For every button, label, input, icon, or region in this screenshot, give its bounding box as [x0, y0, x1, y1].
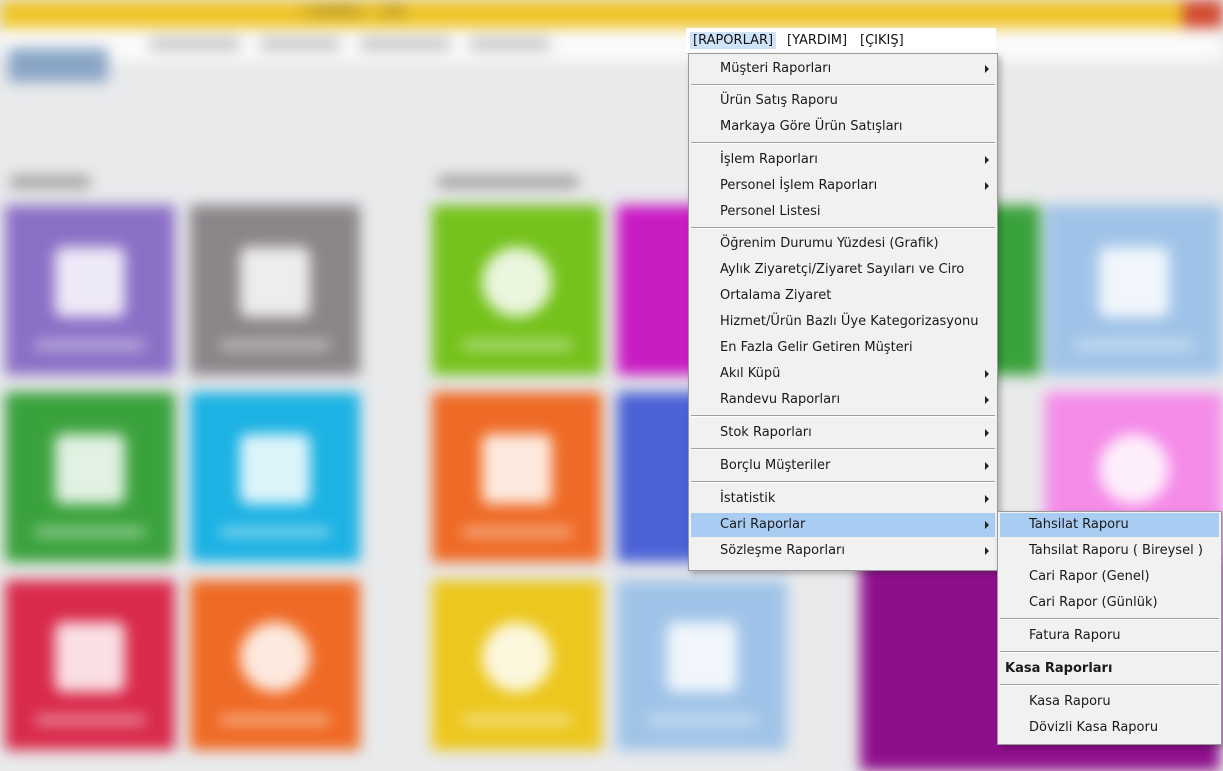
menu-item-label: Fatura Raporu — [1029, 628, 1121, 643]
menu-item-label: Kasa Raporu — [1029, 694, 1111, 709]
reports-menu: Müşteri Raporları Ürün Satış Raporu Mark… — [688, 53, 998, 571]
menu-item-label: İşlem Raporları — [720, 152, 818, 167]
menu-item-label: Akıl Küpü — [720, 366, 781, 381]
menu-item-istatistik[interactable]: İstatistik — [691, 487, 995, 511]
menu-item-sozlesme-raporlari[interactable]: Sözleşme Raporları — [691, 539, 995, 563]
menu-separator — [691, 227, 995, 229]
chevron-right-icon — [985, 65, 989, 73]
menu-separator — [691, 84, 995, 86]
menu-item-label: Dövizli Kasa Raporu — [1029, 720, 1159, 735]
menu-item-label: Cari Rapor (Genel) — [1029, 569, 1150, 584]
menu-item-label: Müşteri Raporları — [720, 61, 832, 76]
submenu-item-kasa-raporu[interactable]: Kasa Raporu — [1000, 690, 1219, 714]
cari-raporlar-submenu: Tahsilat Raporu Tahsilat Raporu ( Bireys… — [997, 511, 1222, 745]
menu-layer: [RAPORLAR] [YARDIM] [ÇIKIŞ] Müşteri Rapo… — [0, 0, 1223, 771]
menu-item-cari-raporlar[interactable]: Cari Raporlar — [691, 513, 995, 537]
menu-item-label: Ortalama Ziyaret — [720, 288, 832, 303]
menu-item-label: Hizmet/Ürün Bazlı Üye Kategorizasyonu — [720, 314, 979, 329]
chevron-right-icon — [985, 495, 989, 503]
menu-item-islem-raporlari[interactable]: İşlem Raporları — [691, 148, 995, 172]
menu-separator — [691, 448, 995, 450]
menu-item-label: Personel İşlem Raporları — [720, 178, 878, 193]
chevron-right-icon — [985, 156, 989, 164]
menu-item-en-fazla-gelir[interactable]: En Fazla Gelir Getiren Müşteri — [691, 336, 995, 360]
submenu-item-tahsilat-bireysel[interactable]: Tahsilat Raporu ( Bireysel ) — [1000, 539, 1219, 563]
menu-item-label: Ürün Satış Raporu — [720, 93, 838, 108]
menu-item-ogrenim-durumu[interactable]: Öğrenim Durumu Yüzdesi (Grafik) — [691, 232, 995, 256]
menu-yardim[interactable]: [YARDIM] — [784, 32, 850, 49]
submenu-heading-kasa-raporlari: Kasa Raporları — [1000, 657, 1219, 681]
menu-separator — [1000, 618, 1219, 620]
menu-item-label: Cari Rapor (Günlük) — [1029, 595, 1158, 610]
menu-item-label: Borçlu Müşteriler — [720, 458, 831, 473]
menu-separator — [691, 481, 995, 483]
chevron-right-icon — [985, 396, 989, 404]
menu-item-label: İstatistik — [720, 491, 776, 506]
menu-item-urun-satis-raporu[interactable]: Ürün Satış Raporu — [691, 89, 995, 113]
menu-separator — [1000, 651, 1219, 653]
menu-item-stok-raporlari[interactable]: Stok Raporları — [691, 421, 995, 445]
chevron-right-icon — [985, 370, 989, 378]
menu-item-musteri-raporlari[interactable]: Müşteri Raporları — [691, 57, 995, 81]
menu-item-label: Personel Listesi — [720, 204, 821, 219]
menu-separator — [691, 415, 995, 417]
menu-item-label: Stok Raporları — [720, 425, 812, 440]
menu-separator — [1000, 684, 1219, 686]
menu-raporlar[interactable]: [RAPORLAR] — [690, 32, 777, 49]
menu-item-label: Cari Raporlar — [720, 517, 806, 532]
menu-item-label: Öğrenim Durumu Yüzdesi (Grafik) — [720, 236, 939, 251]
submenu-item-tahsilat-raporu[interactable]: Tahsilat Raporu — [1000, 513, 1219, 537]
menu-item-label: Tahsilat Raporu — [1029, 517, 1129, 532]
menu-item-personel-listesi[interactable]: Personel Listesi — [691, 200, 995, 224]
menu-item-label: Tahsilat Raporu ( Bireysel ) — [1029, 543, 1203, 558]
menu-item-label: Kasa Raporları — [1005, 661, 1113, 676]
chevron-right-icon — [985, 462, 989, 470]
chevron-right-icon — [985, 429, 989, 437]
menu-cikis[interactable]: [ÇIKIŞ] — [857, 32, 907, 49]
chevron-right-icon — [985, 547, 989, 555]
menu-item-borclu-musteriler[interactable]: Borçlu Müşteriler — [691, 454, 995, 478]
submenu-item-cari-rapor-genel[interactable]: Cari Rapor (Genel) — [1000, 565, 1219, 589]
menu-item-label: Markaya Göre Ürün Satışları — [720, 119, 903, 134]
submenu-item-dovizli-kasa[interactable]: Dövizli Kasa Raporu — [1000, 716, 1219, 740]
menu-item-personel-islem[interactable]: Personel İşlem Raporları — [691, 174, 995, 198]
menu-item-label: Aylık Ziyaretçi/Ziyaret Sayıları ve Ciro — [720, 262, 965, 277]
menu-item-akil-kupu[interactable]: Akıl Küpü — [691, 362, 995, 386]
menu-item-label: Randevu Raporları — [720, 392, 841, 407]
submenu-item-cari-rapor-gunluk[interactable]: Cari Rapor (Günlük) — [1000, 591, 1219, 615]
menu-item-randevu-raporlari[interactable]: Randevu Raporları — [691, 388, 995, 412]
menu-separator — [691, 142, 995, 144]
menu-item-label: En Fazla Gelir Getiren Müşteri — [720, 340, 913, 355]
chevron-right-icon — [985, 182, 989, 190]
menu-item-ortalama-ziyaret[interactable]: Ortalama Ziyaret — [691, 284, 995, 308]
menu-item-aylik-ziyaretci[interactable]: Aylık Ziyaretçi/Ziyaret Sayıları ve Ciro — [691, 258, 995, 282]
chevron-right-icon — [985, 521, 989, 529]
menu-item-label: Sözleşme Raporları — [720, 543, 846, 558]
submenu-item-fatura-raporu[interactable]: Fatura Raporu — [1000, 624, 1219, 648]
menu-item-hizmet-urun[interactable]: Hizmet/Ürün Bazlı Üye Kategorizasyonu — [691, 310, 995, 334]
menubar: [RAPORLAR] [YARDIM] [ÇIKIŞ] — [686, 28, 996, 54]
menu-item-markaya-gore[interactable]: Markaya Göre Ürün Satışları — [691, 115, 995, 139]
